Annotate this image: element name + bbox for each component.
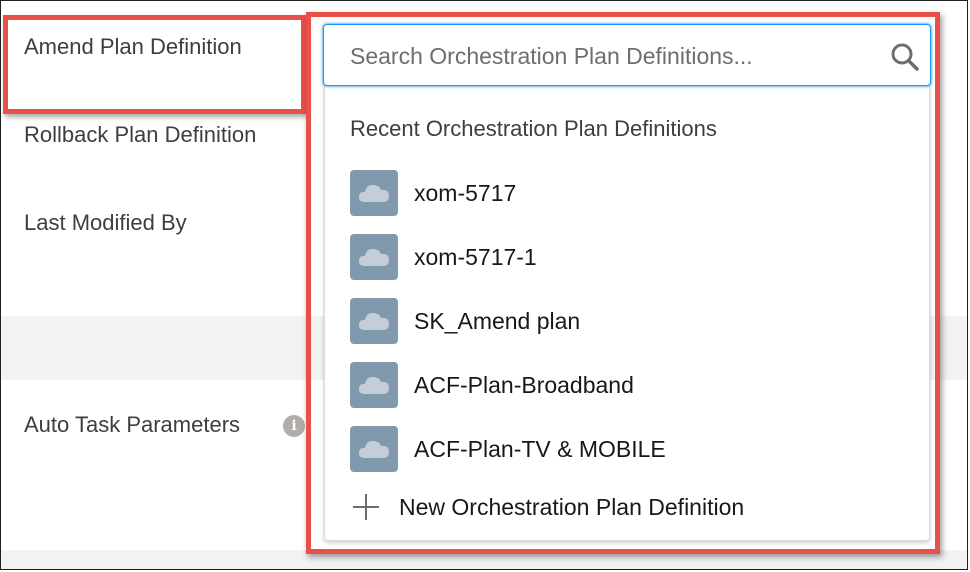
info-icon[interactable]: i — [283, 415, 305, 437]
highlight-box-amend-label — [3, 15, 306, 114]
last-modified-by-label: Last Modified By — [24, 210, 187, 235]
auto-task-parameters-label: Auto Task Parameters — [24, 412, 241, 437]
highlight-box-lookup — [306, 12, 940, 554]
rollback-plan-definition-label: Rollback Plan Definition — [24, 122, 257, 147]
